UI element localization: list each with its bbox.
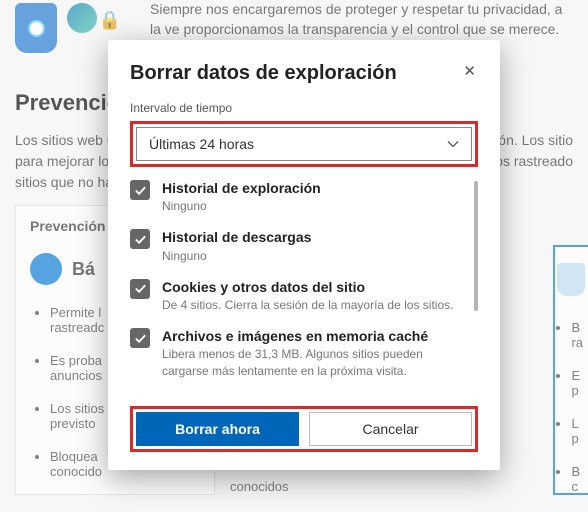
intro-text: Siempre nos encargaremos de proteger y r… xyxy=(150,1,562,37)
option-browsing-history[interactable]: Historial de exploración Ninguno xyxy=(130,179,468,214)
data-types-list: Historial de exploración Ninguno Histori… xyxy=(130,179,478,402)
close-icon: ✕ xyxy=(463,63,476,80)
list-item: Bra xyxy=(571,320,583,350)
actions-highlight: Borrar ahora Cancelar xyxy=(130,406,478,452)
option-download-history[interactable]: Historial de descargas Ninguno xyxy=(130,228,468,263)
time-range-label: Intervalo de tiempo xyxy=(130,101,478,115)
checkbox-checked[interactable] xyxy=(130,328,150,348)
option-subtitle: Ninguno xyxy=(162,248,468,264)
card-subheading: Prevención d xyxy=(30,218,118,234)
shield-circle-icon xyxy=(30,253,62,285)
clear-now-button[interactable]: Borrar ahora xyxy=(136,412,299,446)
option-title: Historial de descargas xyxy=(162,228,468,246)
list-item: Lp xyxy=(571,416,583,446)
section-heading: Prevenció xyxy=(15,90,120,116)
option-title: Archivos e imágenes en memoria caché xyxy=(162,327,468,345)
list-item: Bc xyxy=(571,464,583,494)
close-button[interactable]: ✕ xyxy=(461,62,478,81)
time-range-select[interactable]: Últimas 24 horas xyxy=(136,127,472,161)
option-cookies[interactable]: Cookies y otros datos del sitio De 4 sit… xyxy=(130,278,468,313)
chevron-down-icon xyxy=(447,140,459,148)
clear-browsing-data-dialog: Borrar datos de exploración ✕ Intervalo … xyxy=(108,40,500,470)
scrollbar[interactable] xyxy=(474,181,478,311)
time-range-highlight: Últimas 24 horas xyxy=(130,121,478,167)
checkbox-checked[interactable] xyxy=(130,279,150,299)
option-subtitle: Ninguno xyxy=(162,198,468,214)
lock-icon: 🔒 xyxy=(100,10,120,30)
option-title: Historial de exploración xyxy=(162,179,468,197)
option-cache[interactable]: Archivos e imágenes en memoria caché Lib… xyxy=(130,327,468,379)
option-title: Cookies y otros datos del sitio xyxy=(162,278,468,296)
bottom-text: conocidos xyxy=(230,479,289,494)
list-item: Ep xyxy=(571,368,583,398)
checkbox-checked[interactable] xyxy=(130,229,150,249)
card-right-bullet-list: Bra Ep Lp Bc xyxy=(571,320,583,512)
privacy-shield-icon xyxy=(15,3,57,53)
shield-outline-icon xyxy=(557,263,585,296)
option-subtitle: De 4 sitios. Cierra la sesión de la mayo… xyxy=(162,297,468,313)
card-title: Bá xyxy=(72,259,95,280)
time-range-value: Últimas 24 horas xyxy=(149,136,254,152)
cancel-button[interactable]: Cancelar xyxy=(309,412,472,446)
edge-browser-icon xyxy=(67,3,97,33)
option-subtitle: Libera menos de 31,3 MB. Algunos sitios … xyxy=(162,346,468,378)
checkbox-checked[interactable] xyxy=(130,180,150,200)
dialog-title: Borrar datos de exploración xyxy=(130,62,397,85)
